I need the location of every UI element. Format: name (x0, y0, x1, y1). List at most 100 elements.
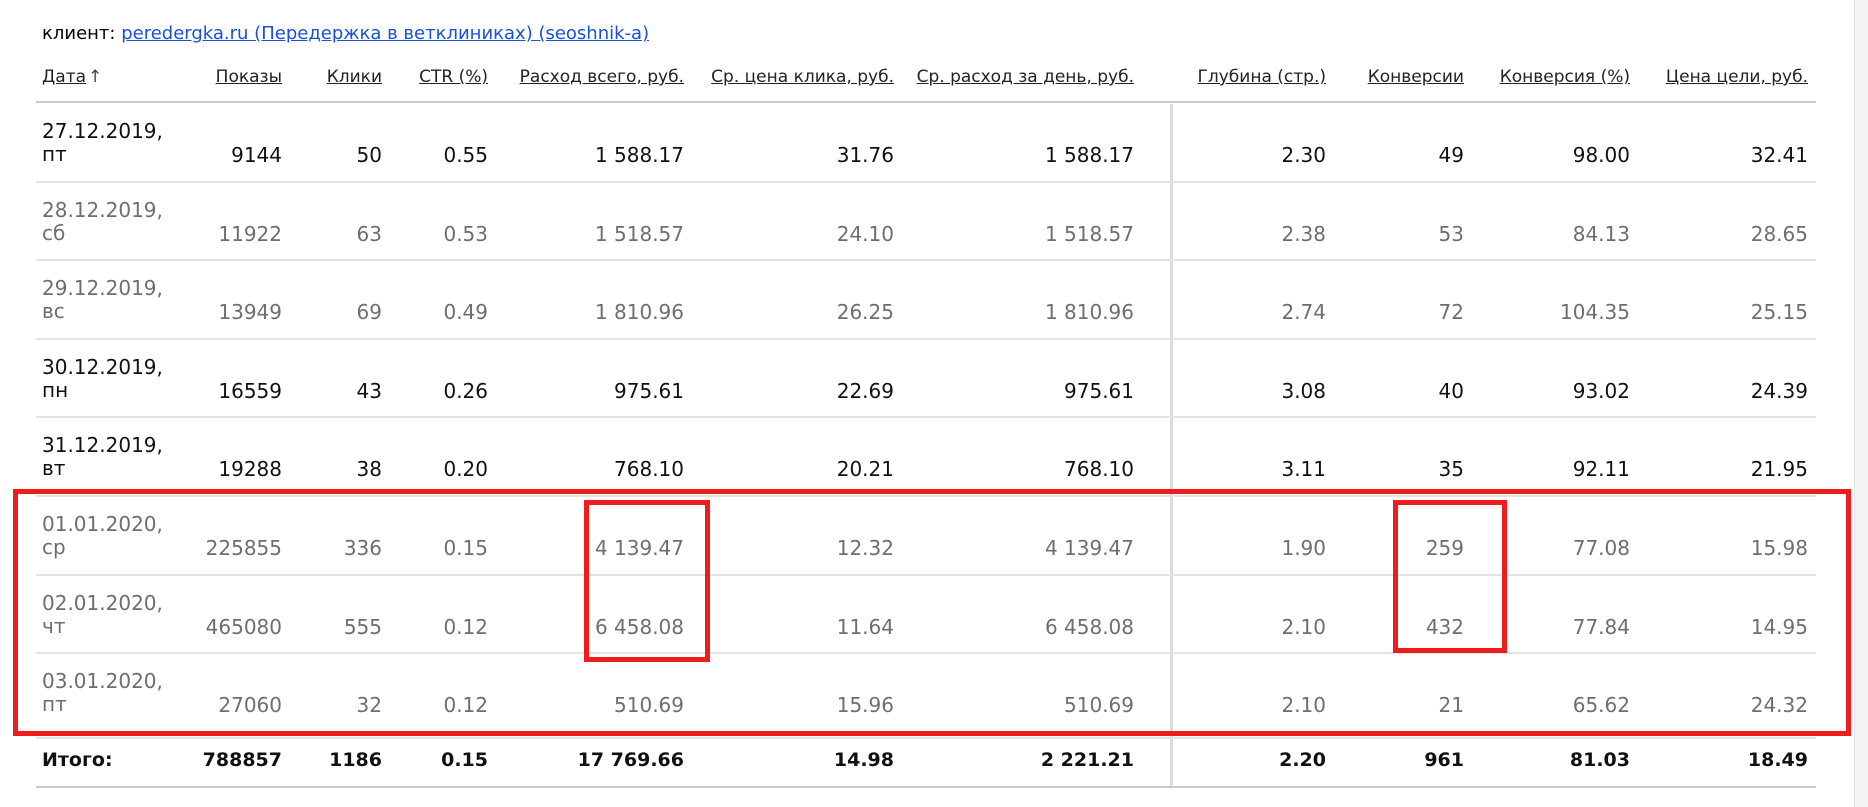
header-conversions[interactable]: Конверсии (1340, 66, 1464, 88)
cell-daily-spend: 1 588.17 (1044, 143, 1134, 167)
header-conv-rate[interactable]: Конверсия (%) (1480, 66, 1630, 88)
table-row: 29.12.2019, вс 13949 69 0.49 1 810.96 26.25 1 8… (0, 260, 1868, 338)
totals-label: Итого: (42, 749, 113, 771)
cell-goal-cost: 15.98 (1750, 536, 1808, 560)
cell-depth: 2.30 (1281, 143, 1326, 167)
header-date-label: Дата (42, 67, 87, 87)
cell-ctr: 0.12 (443, 615, 488, 639)
totals-spend: 17 769.66 (577, 749, 684, 771)
cell-conv-rate: 77.08 (1572, 536, 1630, 560)
cell-cpc: 20.21 (836, 457, 894, 481)
cell-goal-cost: 24.39 (1750, 379, 1808, 403)
cell-depth: 2.74 (1281, 300, 1326, 324)
table-row: 30.12.2019, пн 16559 43 0.26 975.61 22.69 975.6… (0, 339, 1868, 417)
cell-depth: 2.38 (1281, 222, 1326, 246)
cell-goal-cost: 24.32 (1750, 693, 1808, 717)
row-weekday: пт (42, 692, 67, 716)
cell-conv-rate: 65.62 (1572, 693, 1630, 717)
row-weekday: пт (42, 142, 67, 166)
cell-conversions: 53 (1438, 222, 1464, 246)
cell-depth: 2.10 (1281, 615, 1326, 639)
cell-clicks: 69 (356, 300, 382, 324)
totals-row: Итого: 788857 1186 0.15 17 769.66 14.98 … (0, 740, 1868, 780)
header-depth[interactable]: Глубина (стр.) (1176, 66, 1326, 88)
cell-conv-rate: 84.13 (1572, 222, 1630, 246)
cell-spend: 1 588.17 (594, 143, 684, 167)
cell-conversions: 49 (1438, 143, 1464, 167)
cell-goal-cost: 28.65 (1750, 222, 1808, 246)
row-weekday: ср (42, 535, 66, 559)
cell-clicks: 38 (356, 457, 382, 481)
totals-conv-rate: 81.03 (1569, 749, 1630, 771)
cell-conversions: 21 (1438, 693, 1464, 717)
cell-shows: 16559 (218, 379, 282, 403)
cell-ctr: 0.55 (443, 143, 488, 167)
cell-daily-spend: 1 810.96 (1044, 300, 1134, 324)
cell-cpc: 24.10 (836, 222, 894, 246)
cell-daily-spend: 1 518.57 (1044, 222, 1134, 246)
row-date: 29.12.2019, (42, 276, 163, 300)
totals-cpc: 14.98 (833, 749, 894, 771)
row-weekday: вс (42, 299, 65, 323)
client-line: клиент: peredergka.ru (Передержка в ветк… (42, 22, 649, 46)
cell-shows: 9144 (231, 143, 282, 167)
table-row: 27.12.2019, пт 9144 50 0.55 1 588.17 31.76 1 58… (0, 103, 1868, 181)
totals-daily-spend: 2 221.21 (1040, 749, 1134, 771)
totals-clicks: 1186 (329, 749, 382, 771)
cell-depth: 3.08 (1281, 379, 1326, 403)
table-row: 03.01.2020, пт 27060 32 0.12 510.69 15.96 510.6… (0, 653, 1868, 731)
header-date[interactable]: Дата ↑ (42, 66, 102, 88)
cell-goal-cost: 14.95 (1750, 615, 1808, 639)
header-spend[interactable]: Расход всего, руб. (500, 66, 684, 88)
cell-ctr: 0.20 (443, 457, 488, 481)
cell-depth: 2.10 (1281, 693, 1326, 717)
cell-conversions: 259 (1425, 536, 1464, 560)
cell-cpc: 22.69 (836, 379, 894, 403)
cell-clicks: 63 (356, 222, 382, 246)
cell-cpc: 31.76 (836, 143, 894, 167)
table-row: 01.01.2020, ср 225855 336 0.15 4 139.47 12.32 4… (0, 496, 1868, 574)
cell-spend: 1 810.96 (594, 300, 684, 324)
cell-depth: 3.11 (1281, 457, 1326, 481)
header-cpc[interactable]: Ср. цена клика, руб. (700, 66, 894, 88)
cell-clicks: 43 (356, 379, 382, 403)
cell-spend: 6 458.08 (594, 615, 684, 639)
cell-goal-cost: 25.15 (1750, 300, 1808, 324)
cell-conversions: 35 (1438, 457, 1464, 481)
cell-goal-cost: 32.41 (1750, 143, 1808, 167)
row-divider (36, 737, 1816, 739)
header-goal-cost[interactable]: Цена цели, руб. (1640, 66, 1808, 88)
cell-clicks: 555 (343, 615, 382, 639)
cell-conv-rate: 98.00 (1572, 143, 1630, 167)
client-link[interactable]: peredergka.ru (Передержка в ветклиниках)… (121, 23, 649, 44)
row-weekday: чт (42, 614, 66, 638)
cell-shows: 465080 (205, 615, 282, 639)
totals-ctr: 0.15 (441, 749, 488, 771)
cell-clicks: 50 (356, 143, 382, 167)
totals-depth: 2.20 (1279, 749, 1326, 771)
cell-cpc: 11.64 (836, 615, 894, 639)
cell-depth: 1.90 (1281, 536, 1326, 560)
totals-conversions: 961 (1424, 749, 1464, 771)
header-clicks[interactable]: Клики (300, 66, 382, 88)
cell-conv-rate: 77.84 (1572, 615, 1630, 639)
cell-daily-spend: 510.69 (1064, 693, 1134, 717)
cell-spend: 975.61 (614, 379, 684, 403)
row-date: 31.12.2019, (42, 433, 163, 457)
scrollbar[interactable] (1854, 0, 1868, 807)
cell-conversions: 40 (1438, 379, 1464, 403)
cell-daily-spend: 768.10 (1064, 457, 1134, 481)
cell-daily-spend: 975.61 (1064, 379, 1134, 403)
row-date: 02.01.2020, (42, 591, 163, 615)
header-daily-spend[interactable]: Ср. расход за день, руб. (910, 66, 1134, 88)
row-date: 28.12.2019, (42, 198, 163, 222)
cell-conversions: 432 (1425, 615, 1464, 639)
cell-cpc: 26.25 (836, 300, 894, 324)
row-date: 01.01.2020, (42, 512, 163, 536)
cell-goal-cost: 21.95 (1750, 457, 1808, 481)
cell-conversions: 72 (1438, 300, 1464, 324)
row-weekday: сб (42, 221, 66, 245)
cell-ctr: 0.15 (443, 536, 488, 560)
header-shows[interactable]: Показы (140, 66, 282, 88)
header-ctr[interactable]: CTR (%) (396, 66, 488, 88)
